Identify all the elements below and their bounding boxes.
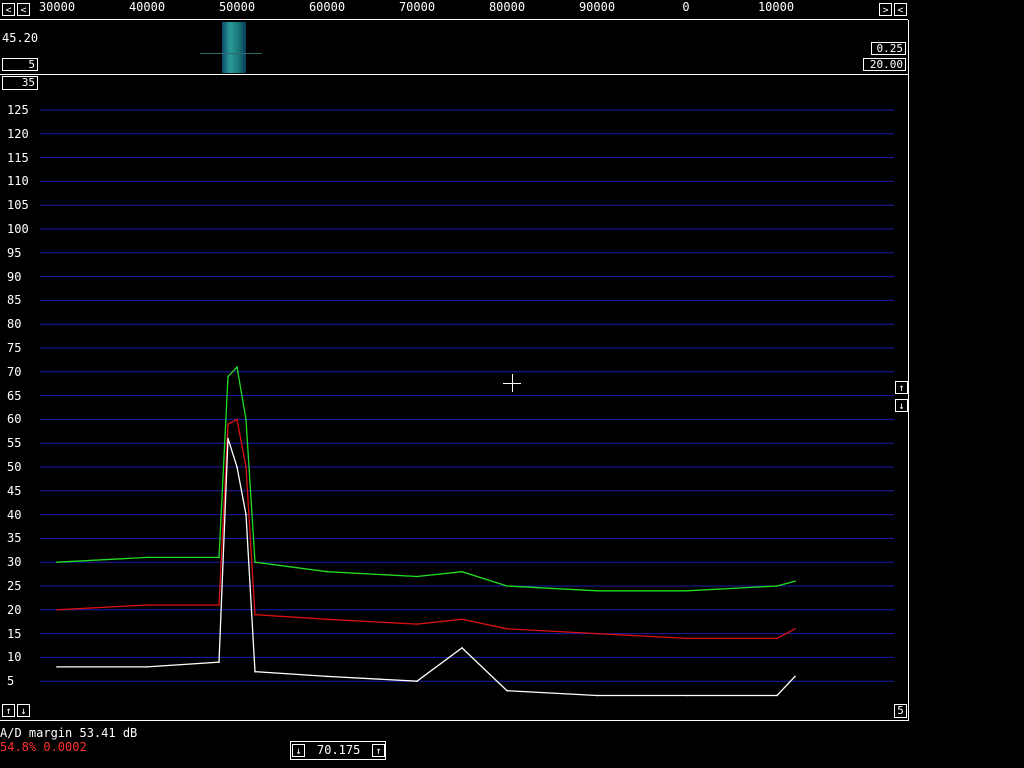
green-trace [56, 365, 796, 592]
green-trace-point [326, 570, 328, 573]
green-trace-point [236, 366, 238, 368]
white-trace-point [794, 675, 796, 678]
green-trace-point [218, 556, 220, 559]
green-trace-point [686, 590, 688, 592]
y-axis-tick-label: 40 [7, 507, 22, 522]
y-axis-tick-label: 110 [7, 174, 29, 189]
y-axis-tick-label: 55 [7, 436, 22, 451]
white-trace-point [146, 666, 148, 668]
y-axis-tick-label: 5 [7, 674, 15, 689]
red-trace-point [794, 628, 796, 630]
green-trace-point [416, 575, 418, 578]
red-trace-point [254, 613, 256, 616]
y-axis-tick-label: 100 [7, 222, 29, 236]
white-trace-point [254, 670, 256, 673]
spectrum-resolution-box[interactable]: 5 [894, 704, 907, 718]
red-trace-point [506, 628, 508, 630]
red-trace-point [416, 623, 418, 625]
green-trace-point [56, 561, 58, 563]
y-axis-tick-label: 30 [7, 555, 22, 570]
y-axis-tick-label: 115 [7, 150, 29, 165]
y-axis-tick-label: 85 [7, 293, 22, 308]
y-axis-tick-label: 25 [7, 579, 22, 593]
white-trace-point [416, 680, 418, 682]
white-trace-point [56, 666, 58, 668]
y-axis-tick-label: 20 [7, 602, 22, 617]
green-trace-point [254, 561, 256, 563]
white-trace-point [596, 694, 598, 697]
green-trace-point [506, 585, 508, 587]
y-axis-tick-label: 50 [7, 460, 22, 474]
red-trace-point [227, 423, 229, 426]
white-trace-point [236, 466, 238, 468]
y-axis-tick-label: 15 [7, 626, 22, 641]
white-trace-point [326, 675, 328, 678]
green-trace-point [245, 418, 247, 421]
green-trace-point [776, 585, 778, 587]
red-trace-point [236, 418, 238, 421]
red-trace-point [326, 618, 328, 621]
red-trace-point [776, 637, 778, 640]
y-axis-tick-label: 120 [7, 126, 29, 141]
y-axis-tick-label: 105 [7, 198, 29, 213]
red-trace-point [218, 604, 220, 606]
green-trace-point [794, 580, 796, 582]
y-axis-tick-label: 75 [7, 341, 22, 355]
red-trace-point [56, 609, 58, 611]
y-axis-tick-label: 125 [7, 103, 29, 117]
center-frequency-value[interactable]: 70.175 [317, 743, 360, 757]
red-trace-point [146, 604, 148, 606]
y-axis-tick-label: 65 [7, 388, 22, 403]
ad-margin-text: A/D margin 53.41 dB [0, 726, 138, 740]
mouse-crosshair-vertical [512, 374, 513, 392]
center-down-button[interactable]: ↓ [292, 744, 305, 757]
white-trace-point [776, 694, 778, 697]
y-axis-tick-label: 80 [7, 317, 22, 332]
green-trace-point [461, 570, 463, 573]
red-trace-point [596, 632, 598, 635]
bottom-up-button[interactable]: ↑ [2, 704, 15, 717]
y-axis-tick-label: 90 [7, 269, 22, 284]
center-up-button[interactable]: ↑ [372, 744, 385, 757]
white-trace-point [245, 513, 247, 516]
white-trace-point [218, 661, 220, 663]
y-axis-tick-label: 35 [7, 531, 22, 546]
green-trace-point [227, 375, 229, 378]
red-trace-point [461, 618, 463, 621]
green-trace-point [596, 590, 598, 592]
bottom-down-button[interactable]: ↓ [17, 704, 30, 717]
red-trace-point [245, 466, 247, 468]
green-trace-point [146, 556, 148, 559]
cpu-load-text: 54.8% 0.0002 [0, 740, 87, 754]
y-axis-tick-label: 70 [7, 364, 22, 379]
red-trace [56, 418, 796, 640]
white-trace-point [686, 694, 688, 697]
red-trace-point [686, 637, 688, 640]
white-trace-point [227, 437, 229, 440]
y-axis-tick-label: 95 [7, 245, 22, 260]
white-trace-point [461, 647, 463, 649]
scale-up-button[interactable]: ↑ [895, 381, 908, 394]
y-axis-tick-label: 45 [7, 483, 22, 498]
y-axis-tick-label: 10 [7, 650, 22, 665]
y-axis-tick-label: 60 [7, 412, 22, 427]
scale-down-button[interactable]: ↓ [895, 399, 908, 412]
white-trace-point [506, 689, 508, 692]
